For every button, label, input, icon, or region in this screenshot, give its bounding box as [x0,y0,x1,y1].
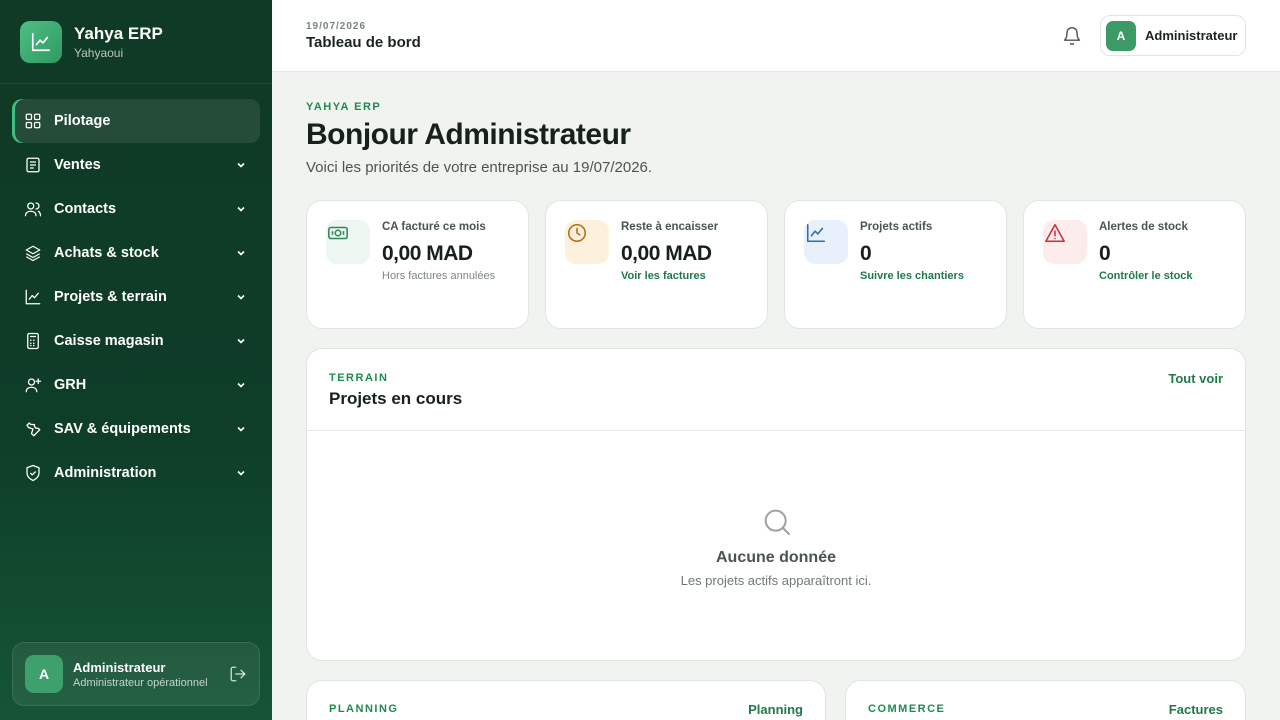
kpi-label: CA facturé ce mois [382,221,486,233]
planning-link[interactable]: Planning [748,702,803,717]
kpi-label: Reste à encaisser [621,221,719,233]
follow-sites-link[interactable]: Suivre les chantiers [860,270,964,282]
user-role: Administrateur opérationnel [73,676,208,689]
brand-logo-icon [20,20,62,63]
hero-title: Bonjour Administrateur [306,118,631,151]
chevron-down-icon [237,294,245,300]
kpi-value: 0 [1099,242,1111,265]
chevron-down-icon [237,250,245,256]
commerce-card: COMMERCE Factures [845,680,1246,720]
empty-subtitle: Les projets actifs apparaîtront ici. [680,573,872,588]
check-stock-link[interactable]: Contrôler le stock [1099,270,1193,282]
wrench-icon [24,420,42,438]
user-name: Administrateur [73,659,166,675]
topbar: 19/07/2026 Tableau de bord A Administrat… [272,0,1280,72]
panel-title: Projets en cours [329,389,463,408]
current-date: 19/07/2026 [306,21,367,32]
users-icon [24,200,42,218]
clock-icon [565,220,609,264]
receipt-icon [24,156,42,174]
user-menu-button[interactable]: A Administrateur [1100,15,1246,56]
sidebar-user-card: A Administrateur Administrateur opératio… [12,642,260,706]
chevron-down-icon [237,382,245,388]
sidebar-item-label: Achats & stock [54,245,159,261]
chevron-down-icon [237,470,245,476]
bell-icon[interactable] [1062,26,1082,46]
user-menu-label: Administrateur [1145,28,1238,43]
line-chart-icon [24,288,42,306]
sidebar-item-label: Administration [54,465,157,481]
warning-icon [1043,220,1087,264]
empty-title: Aucune donnée [715,549,836,566]
kpi-card-reste: Reste à encaisser 0,00 MAD Voir les fact… [545,200,768,329]
avatar: A [25,655,63,693]
kpi-label: Alertes de stock [1099,221,1188,233]
hero-kicker: YAHYA ERP [306,101,382,113]
sidebar-item-sav-equipements[interactable]: SAV & équipements [12,407,260,451]
avatar: A [1106,20,1136,51]
user-plus-icon [24,376,42,394]
layers-icon [24,244,42,262]
brand-subtitle: Yahyaoui [74,45,124,60]
projects-panel: TERRAIN Projets en cours Tout voir Aucun… [306,348,1246,661]
sidebar-item-label: SAV & équipements [54,421,191,437]
cash-icon [326,220,370,264]
hero-subtitle: Voici les priorités de votre entreprise … [306,159,653,176]
chevron-down-icon [237,206,245,212]
view-invoices-link[interactable]: Voir les factures [621,270,706,282]
brand[interactable]: Yahya ERP Yahyaoui [0,0,272,84]
kpi-value: 0 [860,242,872,265]
grid-icon [24,112,42,130]
sidebar-item-achats-stock[interactable]: Achats & stock [12,231,260,275]
kpi-note: Hors factures annulées [382,270,496,282]
invoices-link[interactable]: Factures [1169,702,1223,717]
sidebar-item-label: Caisse magasin [54,333,164,349]
sidebar-item-label: GRH [54,377,87,393]
empty-state: Aucune donnée Les projets actifs apparaî… [307,431,1245,660]
chevron-down-icon [237,338,245,344]
sidebar-item-label: Ventes [54,157,101,173]
sidebar-item-label: Contacts [54,201,117,217]
kpi-value: 0,00 MAD [621,242,712,265]
sidebar-item-ventes[interactable]: Ventes [12,143,260,187]
planning-card: PLANNING Planning [306,680,826,720]
kpi-card-alertes: Alertes de stock 0 Contrôler le stock [1023,200,1246,329]
chevron-down-icon [237,426,245,432]
sidebar-item-contacts[interactable]: Contacts [12,187,260,231]
kpi-card-ca: CA facturé ce mois 0,00 MAD Hors facture… [306,200,529,329]
brand-name: Yahya ERP [74,23,163,43]
sidebar-nav: Pilotage Ventes Contacts Achats & stock [12,99,260,495]
kpi-value: 0,00 MAD [382,242,473,265]
kpi-card-projets: Projets actifs 0 Suivre les chantiers [784,200,1007,329]
chevron-down-icon [237,162,245,168]
sidebar-item-projets-terrain[interactable]: Projets & terrain [12,275,260,319]
panel-header: TERRAIN Projets en cours Tout voir [307,349,1245,431]
sidebar-item-grh[interactable]: GRH [12,363,260,407]
sidebar-item-caisse-magasin[interactable]: Caisse magasin [12,319,260,363]
sidebar: Yahya ERP Yahyaoui Pilotage Ventes Conta… [0,0,272,720]
shield-icon [24,464,42,482]
sidebar-item-administration[interactable]: Administration [12,451,260,495]
kpi-label: Projets actifs [860,221,933,233]
page-title: Tableau de bord [306,34,421,51]
sidebar-item-label: Pilotage [54,113,111,129]
card-kicker: PLANNING [329,703,399,715]
logout-icon[interactable] [229,665,247,683]
sidebar-item-pilotage[interactable]: Pilotage [12,99,260,143]
see-all-link[interactable]: Tout voir [1168,371,1223,386]
calculator-icon [24,332,42,350]
panel-kicker: TERRAIN [329,372,389,384]
sidebar-item-label: Projets & terrain [54,289,167,305]
card-kicker: COMMERCE [868,703,946,715]
trend-icon [804,220,848,264]
search-icon [761,506,793,538]
